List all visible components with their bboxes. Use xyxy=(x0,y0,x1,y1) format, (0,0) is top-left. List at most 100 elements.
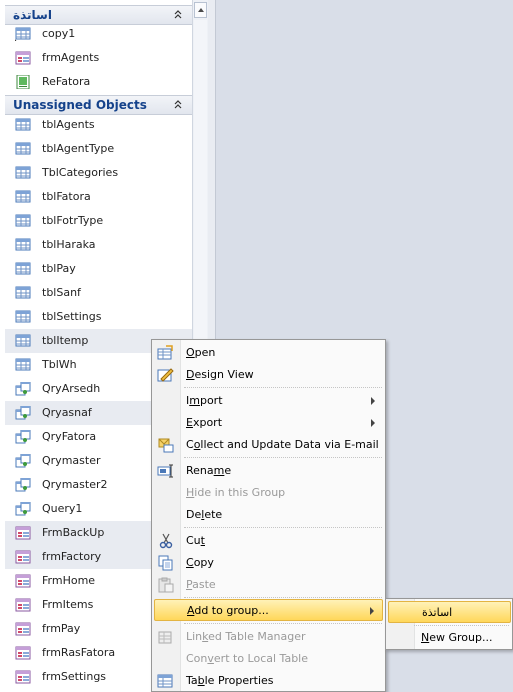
nav-item-label: FrmItems xyxy=(42,598,94,611)
nav-item-label: Qrymaster xyxy=(42,454,101,467)
group-title: Unassigned Objects xyxy=(13,98,147,112)
nav-item-label: QryFatora xyxy=(42,430,97,443)
nav-item-label: Qrymaster2 xyxy=(42,478,108,491)
table-icon xyxy=(15,190,31,203)
menu-item-hide-in-group[interactable]: Hide in this Group xyxy=(154,482,383,504)
add-to-group-submenu: اساتذة New Group... xyxy=(385,598,513,650)
group-title: اساتذة xyxy=(13,8,52,22)
menu-separator xyxy=(184,457,382,458)
nav-item-label: Qryasnaf xyxy=(42,406,92,419)
design-view-icon xyxy=(157,368,174,382)
menu-item-paste[interactable]: Paste xyxy=(154,574,383,596)
menu-item-design-view[interactable]: Design View xyxy=(154,364,383,386)
table-icon xyxy=(15,142,31,155)
nav-item-label: FrmHome xyxy=(42,574,96,587)
nav-item-label: frmSettings xyxy=(42,670,107,683)
nav-item-label: TblWh xyxy=(42,358,77,371)
nav-item-label: frmRasFatora xyxy=(42,646,116,659)
menu-item-label: Delete xyxy=(186,508,223,521)
nav-item-tblsettings[interactable]: tblSettings xyxy=(5,305,192,329)
menu-item-label: Collect and Update Data via E-mail xyxy=(186,438,379,451)
menu-item-add-to-group[interactable]: Add to group... xyxy=(154,599,383,621)
menu-item-label: Open xyxy=(186,346,216,359)
menu-item-label: Cut xyxy=(186,534,205,547)
scroll-up-button[interactable] xyxy=(194,2,207,18)
query-icon xyxy=(15,502,31,516)
nav-item-tblcategories[interactable]: TblCategories xyxy=(5,161,192,185)
nav-item-label: frmPay xyxy=(42,622,81,635)
form-icon xyxy=(15,574,31,588)
nav-item-tblfatora[interactable]: tblFatora xyxy=(5,185,192,209)
nav-item-copy1[interactable]: copy1 xyxy=(5,22,192,46)
nav-item-label: tblPay xyxy=(42,262,76,275)
nav-item-tblsanf[interactable]: tblSanf xyxy=(5,281,192,305)
table-icon xyxy=(15,214,31,227)
form-icon xyxy=(15,598,31,612)
collapse-chevron-icon[interactable] xyxy=(174,100,182,110)
menu-item-table-properties[interactable]: Table Properties xyxy=(154,670,383,692)
submenu-item-label: New Group... xyxy=(421,631,493,644)
menu-item-label: Design View xyxy=(186,368,254,381)
nav-item-tblagenttype[interactable]: tblAgentType xyxy=(5,137,192,161)
nav-item-label: tblItemp xyxy=(42,334,89,347)
collapse-chevron-icon[interactable] xyxy=(174,10,182,20)
submenu-item-asatitha[interactable]: اساتذة xyxy=(388,601,511,623)
menu-item-linked-table-manager[interactable]: Linked Table Manager xyxy=(154,626,383,648)
open-icon xyxy=(157,345,173,360)
nav-item-label: tblHaraka xyxy=(42,238,96,251)
copy-icon xyxy=(158,555,173,571)
menu-item-label: Add to group... xyxy=(187,604,269,617)
nav-item-label: Query1 xyxy=(42,502,83,515)
group-header-unassigned[interactable]: Unassigned Objects xyxy=(5,95,192,115)
table-icon xyxy=(15,310,31,323)
form-icon xyxy=(15,550,31,564)
nav-item-tblpay[interactable]: tblPay xyxy=(5,257,192,281)
menu-item-label: Import xyxy=(186,394,223,407)
menu-separator xyxy=(414,625,509,626)
menu-item-open[interactable]: Open xyxy=(154,342,383,364)
linked-table-icon xyxy=(15,27,31,41)
nav-item-label: tblFatora xyxy=(42,190,91,203)
query-icon xyxy=(15,382,31,396)
nav-item-label: tblSanf xyxy=(42,286,81,299)
table-icon xyxy=(15,358,31,371)
table-icon xyxy=(15,262,31,275)
query-icon xyxy=(15,430,31,444)
menu-item-label: Hide in this Group xyxy=(186,486,286,499)
nav-item-tblagents[interactable]: tblAgents xyxy=(5,113,192,137)
nav-item-label: copy1 xyxy=(42,27,76,40)
form-icon xyxy=(15,670,31,684)
nav-item-refatora[interactable]: ReFatora xyxy=(5,70,192,94)
nav-item-label: ReFatora xyxy=(42,75,91,88)
menu-item-delete[interactable]: Delete xyxy=(154,504,383,526)
menu-item-label: Linked Table Manager xyxy=(186,630,306,643)
nav-item-frmagents[interactable]: frmAgents xyxy=(5,46,192,70)
table-icon xyxy=(15,334,31,347)
nav-item-label: tblAgents xyxy=(42,118,95,131)
menu-item-label: Rename xyxy=(186,464,232,477)
menu-item-export[interactable]: Export xyxy=(154,412,383,434)
nav-item-label: tblSettings xyxy=(42,310,102,323)
nav-item-label: tblAgentType xyxy=(42,142,115,155)
submenu-item-new-group[interactable]: New Group... xyxy=(388,627,511,649)
menu-item-collect-data[interactable]: Collect and Update Data via E-mail xyxy=(154,434,383,456)
menu-item-copy[interactable]: Copy xyxy=(154,552,383,574)
submenu-arrow-icon xyxy=(371,397,375,405)
nav-item-tblfotrtype[interactable]: tblFotrType xyxy=(5,209,192,233)
form-icon xyxy=(15,646,31,660)
form-icon xyxy=(15,526,31,540)
nav-item-label: QryArsedh xyxy=(42,382,101,395)
submenu-arrow-icon xyxy=(371,419,375,427)
menu-item-import[interactable]: Import xyxy=(154,390,383,412)
table-icon xyxy=(15,286,31,299)
menu-item-cut[interactable]: Cut xyxy=(154,530,383,552)
menu-item-rename[interactable]: Rename xyxy=(154,460,383,482)
submenu-item-label: اساتذة xyxy=(422,606,453,619)
nav-item-label: frmFactory xyxy=(42,550,102,563)
query-icon xyxy=(15,406,31,420)
nav-item-label: frmAgents xyxy=(42,51,100,64)
menu-item-convert-local[interactable]: Convert to Local Table xyxy=(154,648,383,670)
submenu-arrow-icon xyxy=(370,607,374,615)
collect-data-icon xyxy=(158,438,174,453)
nav-item-tblharaka[interactable]: tblHaraka xyxy=(5,233,192,257)
